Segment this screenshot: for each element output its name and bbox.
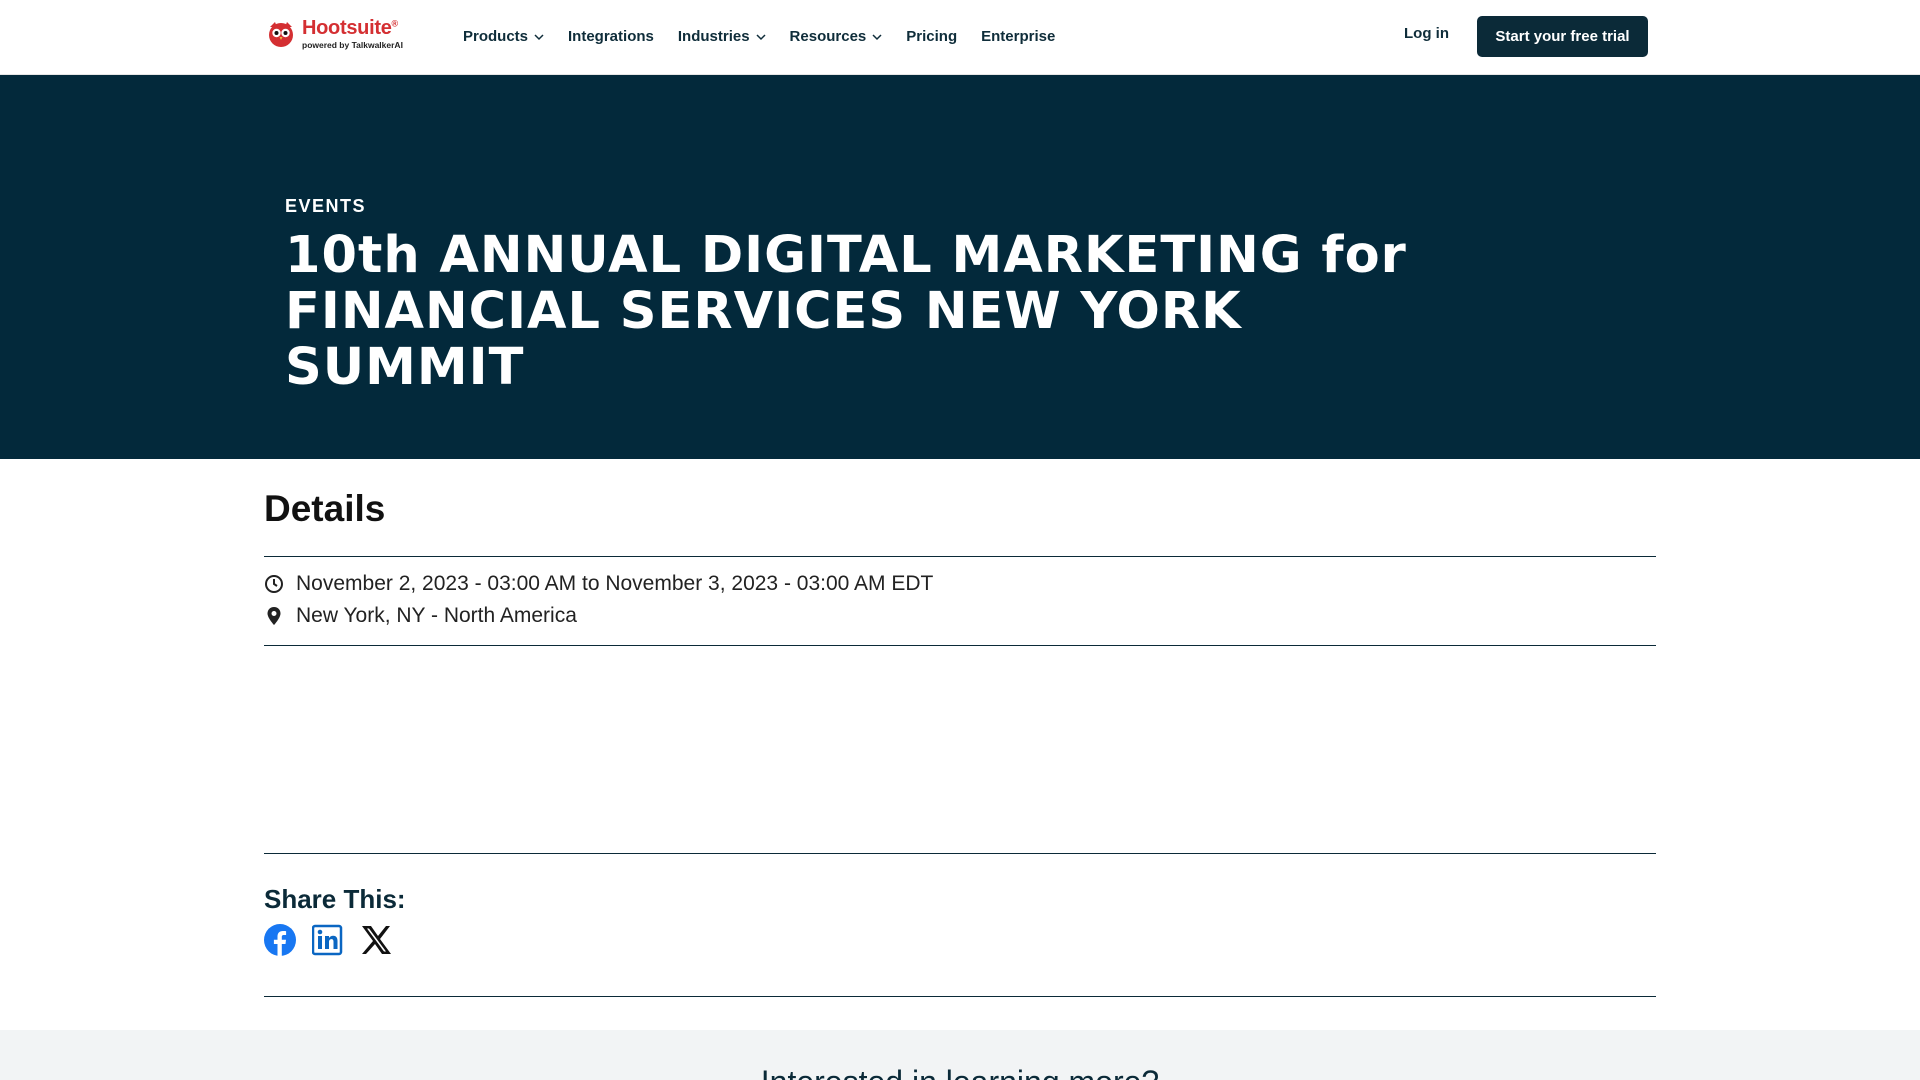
logo-subtitle: powered by TalkwalkerAI: [302, 40, 403, 51]
hero-banner: EVENTS 10th ANNUAL DIGITAL MARKETING for…: [0, 75, 1920, 459]
divider: [264, 645, 1656, 646]
linkedin-icon[interactable]: [312, 924, 344, 956]
menu-products[interactable]: Products: [463, 28, 544, 45]
login-link[interactable]: Log in: [1404, 25, 1449, 42]
page-title: 10th ANNUAL DIGITAL MARKETING for FINANC…: [285, 228, 1485, 396]
learn-more-heading: Interested in learning more?: [0, 1064, 1920, 1080]
divider: [264, 996, 1656, 997]
menu-integrations[interactable]: Integrations: [568, 28, 654, 45]
menu-pricing[interactable]: Pricing: [906, 28, 957, 45]
event-location-row: New York, NY - North America: [264, 604, 577, 628]
event-location: New York, NY - North America: [296, 604, 577, 627]
details-heading: Details: [264, 488, 386, 529]
divider: [264, 556, 1656, 557]
chevron-down-icon: [756, 33, 766, 40]
hootsuite-logo[interactable]: Hootsuite® powered by TalkwalkerAI: [266, 16, 403, 52]
location-pin-icon: [267, 607, 281, 625]
learn-more-section: Interested in learning more?: [0, 1030, 1920, 1080]
event-date-row: November 2, 2023 - 03:00 AM to November …: [264, 572, 933, 596]
share-heading: Share This:: [264, 884, 406, 914]
facebook-icon[interactable]: [264, 924, 296, 956]
menu-resources[interactable]: Resources: [790, 28, 883, 45]
event-date: November 2, 2023 - 03:00 AM to November …: [296, 572, 934, 595]
start-free-trial-button[interactable]: Start your free trial: [1477, 16, 1648, 57]
divider: [264, 853, 1656, 854]
owl-logo-icon: [269, 22, 293, 47]
title-line-2: FINANCIAL SERVICES NEW YORK SUMMIT: [285, 282, 1242, 397]
logo-name: Hootsuite®: [302, 17, 398, 40]
share-links: [264, 924, 392, 956]
clock-icon: [265, 575, 283, 593]
chevron-down-icon: [872, 33, 882, 40]
chevron-down-icon: [534, 33, 544, 40]
menu-enterprise[interactable]: Enterprise: [981, 28, 1055, 45]
menu-industries[interactable]: Industries: [678, 28, 766, 45]
x-icon[interactable]: [360, 924, 392, 956]
main-menu: Products Integrations Industries Resourc…: [463, 28, 1055, 45]
title-line-1: 10th ANNUAL DIGITAL MARKETING for: [285, 226, 1407, 285]
category-eyebrow: EVENTS: [285, 196, 367, 216]
top-navigation: Hootsuite® powered by TalkwalkerAI Produ…: [0, 0, 1920, 75]
